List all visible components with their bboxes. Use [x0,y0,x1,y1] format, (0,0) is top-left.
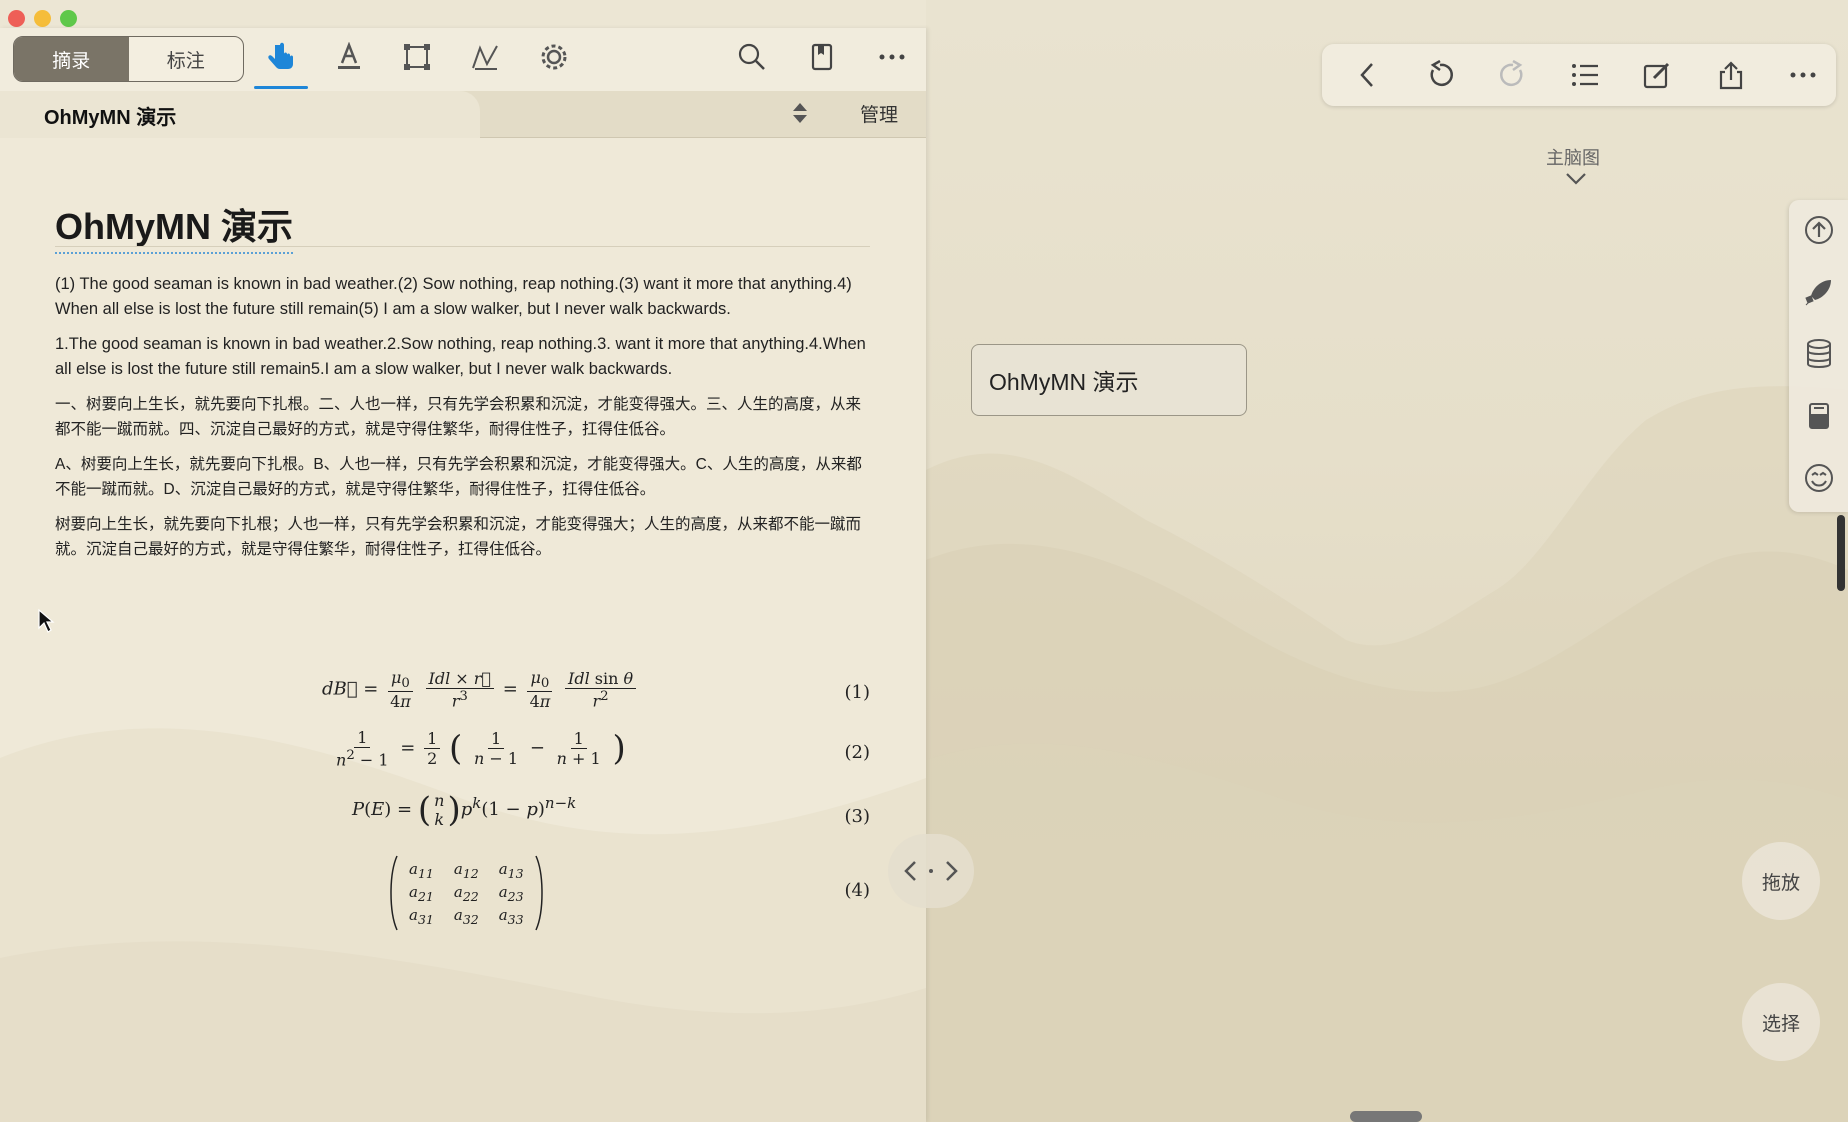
document-tab-bar: OhMyMN 演示 管理 [0,91,926,138]
freehand-draw-icon[interactable] [468,40,502,74]
document-tab-title: OhMyMN 演示 [44,107,177,129]
mountain-background [926,386,1848,1122]
zoom-window-button[interactable] [60,10,77,27]
equation-2[interactable]: 1 n2 − 1 = 12 ( 1n − 1 − 1n + 1 ) (2) [55,728,870,782]
main-mindmap-label[interactable]: 主脑图 [1546,144,1600,170]
minimize-window-button[interactable] [34,10,51,27]
paragraph[interactable]: (1) The good seaman is known in bad weat… [55,272,870,322]
chevron-down-icon[interactable] [1565,172,1587,191]
mode-segmented-control[interactable]: 摘录 标注 [13,36,244,82]
outline-list-icon[interactable] [1568,58,1602,92]
text-highlight-icon[interactable] [332,40,366,74]
active-tool-indicator [254,86,308,89]
excerpt-mode-button[interactable]: 摘录 [14,37,129,81]
back-icon[interactable] [1351,58,1385,92]
equation-number: (3) [844,806,871,827]
sort-icon[interactable] [790,100,810,131]
annotate-mode-button[interactable]: 标注 [129,37,244,81]
share-icon[interactable] [1714,58,1748,92]
equation-number: (4) [844,880,871,901]
mindmap-node[interactable]: OhMyMN 演示 [971,344,1247,416]
smile-icon[interactable] [1802,461,1836,495]
equation-number: (2) [844,742,871,763]
edit-icon[interactable] [1640,58,1674,92]
document-content: OhMyMN 演示 (1) The good seaman is known i… [55,198,870,931]
select-button[interactable]: 选择 [1742,983,1820,1061]
hand-pointer-icon[interactable] [264,40,298,74]
bottom-drag-handle[interactable] [1350,1111,1422,1122]
paragraph[interactable]: A、树要向上生长，就先要向下扎根。B、人也一样，只有先学会积累和沉淀，才能变得强… [55,452,870,502]
more-icon[interactable] [875,40,909,74]
split-view-handle[interactable] [888,834,974,908]
database-icon[interactable] [1802,337,1836,371]
close-window-button[interactable] [8,10,25,27]
document-pane: 摘录 标注 OhMyMN 演示 管理 OhMyMN 演示 (1) The goo… [0,28,926,1122]
mindmap-toolbar [1322,44,1836,106]
more-icon[interactable] [1786,58,1820,92]
manage-button[interactable]: 管理 [860,100,898,127]
bookmark-icon[interactable] [805,40,839,74]
undo-icon[interactable] [1423,58,1457,92]
paragraph[interactable]: 1.The good seaman is known in bad weathe… [55,332,870,382]
rocket-icon[interactable] [1802,275,1836,309]
rectangle-select-icon[interactable] [400,40,434,74]
settings-gear-icon[interactable] [537,40,571,74]
notebook-icon[interactable] [1802,399,1836,433]
canvas-scrollbar[interactable] [1837,515,1845,591]
upload-icon[interactable] [1802,213,1836,247]
redo-icon[interactable] [1496,58,1530,92]
mouse-cursor-icon [37,608,55,639]
side-tool-panel [1789,200,1848,512]
drag-drop-button[interactable]: 拖放 [1742,842,1820,920]
equation-number: (1) [844,682,871,703]
search-icon[interactable] [735,40,769,74]
equation-4[interactable]: a11 a12 a13 a21 a22 a23 a31 a32 a33 (4) [55,854,870,934]
paragraph[interactable]: 一、树要向上生长，就先要向下扎根。二、人也一样，只有先学会积累和沉淀，才能变得强… [55,392,870,442]
equation-1[interactable]: dB⃗ = μ0 4π Idl × r⃗ r3 = μ0 4π Idl sin θ r2… [55,668,870,722]
document-tab[interactable]: OhMyMN 演示 [0,91,480,138]
equation-3[interactable]: P(E) = (n k)pk(1 − p)n−k (3) [55,790,870,844]
document-toolbar: 摘录 标注 [0,28,926,91]
paragraph[interactable]: 树要向上生长，就先要向下扎根；人也一样，只有先学会积累和沉淀，才能变得强大；人生… [55,512,870,562]
mindmap-canvas[interactable] [926,0,1848,1122]
title-divider [55,246,870,247]
